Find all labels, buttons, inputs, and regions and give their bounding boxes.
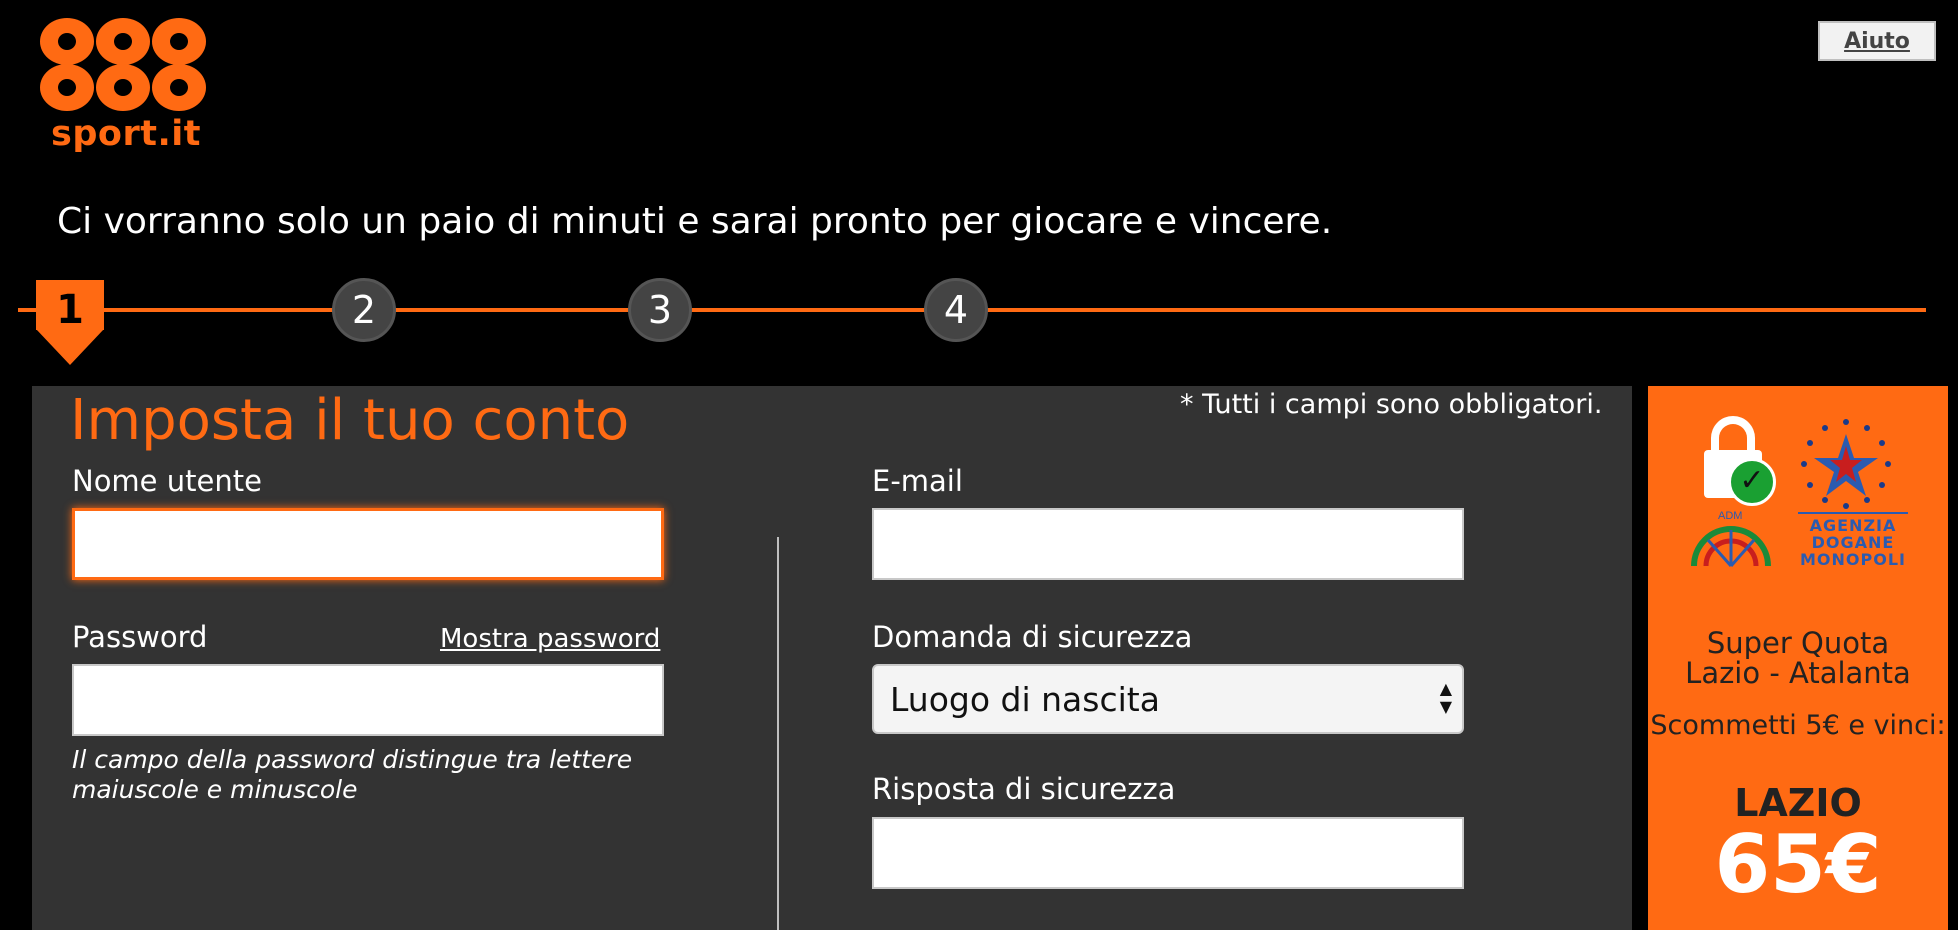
adm-logo-icon: ADM <box>1691 510 1771 567</box>
username-input[interactable] <box>72 508 664 580</box>
username-label: Nome utente <box>72 464 262 498</box>
svg-text:ADM: ADM <box>1718 510 1742 522</box>
agency-text: AGENZIA DOGANE MONOPOLI <box>1798 512 1908 568</box>
security-answer-label: Risposta di sicurezza <box>872 772 1176 806</box>
eu-stars-icon <box>1801 419 1891 509</box>
password-hint: Il campo della password distingue tra le… <box>72 745 633 804</box>
select-arrows-icon: ▲ ▼ <box>1439 679 1452 716</box>
help-button[interactable]: Aiuto <box>1818 21 1936 61</box>
secure-lock-icon: ✓ <box>1704 416 1776 506</box>
check-icon: ✓ <box>1728 458 1776 506</box>
email-label: E-mail <box>872 464 963 498</box>
security-question-select[interactable]: Luogo di nascita ▲ ▼ <box>872 664 1464 734</box>
promo-amount: 65€ <box>1714 818 1882 911</box>
password-input[interactable] <box>72 664 664 736</box>
email-input[interactable] <box>872 508 1464 580</box>
step-4: 4 <box>924 278 988 342</box>
step-1-active: 1 <box>36 280 104 366</box>
promo-line2: Lazio - Atalanta <box>1685 656 1911 690</box>
security-question-value: Luogo di nascita <box>890 679 1160 719</box>
step-3: 3 <box>628 278 692 342</box>
promo-line3: Scommetti 5€ e vinci: <box>1650 710 1946 741</box>
security-question-label: Domanda di sicurezza <box>872 620 1193 654</box>
show-password-link[interactable]: Mostra password <box>440 624 660 654</box>
promo-banner[interactable]: ✓ ADM AGENZIA DOGANE MONOPOLI Super Quot… <box>1648 386 1948 930</box>
logo-tld: sport.it <box>51 114 201 154</box>
divider <box>777 537 779 930</box>
step-2: 2 <box>332 278 396 342</box>
form-title: Imposta il tuo conto <box>70 388 630 453</box>
logo[interactable]: sport.it <box>40 18 212 154</box>
required-note: * Tutti i campi sono obbligatori. <box>1180 389 1603 420</box>
password-label: Password <box>72 620 208 654</box>
promo-line1: Super Quota <box>1706 626 1890 660</box>
logo-digits <box>40 18 212 112</box>
tagline: Ci vorranno solo un paio di minuti e sar… <box>57 201 1333 242</box>
security-answer-input[interactable] <box>872 817 1464 889</box>
